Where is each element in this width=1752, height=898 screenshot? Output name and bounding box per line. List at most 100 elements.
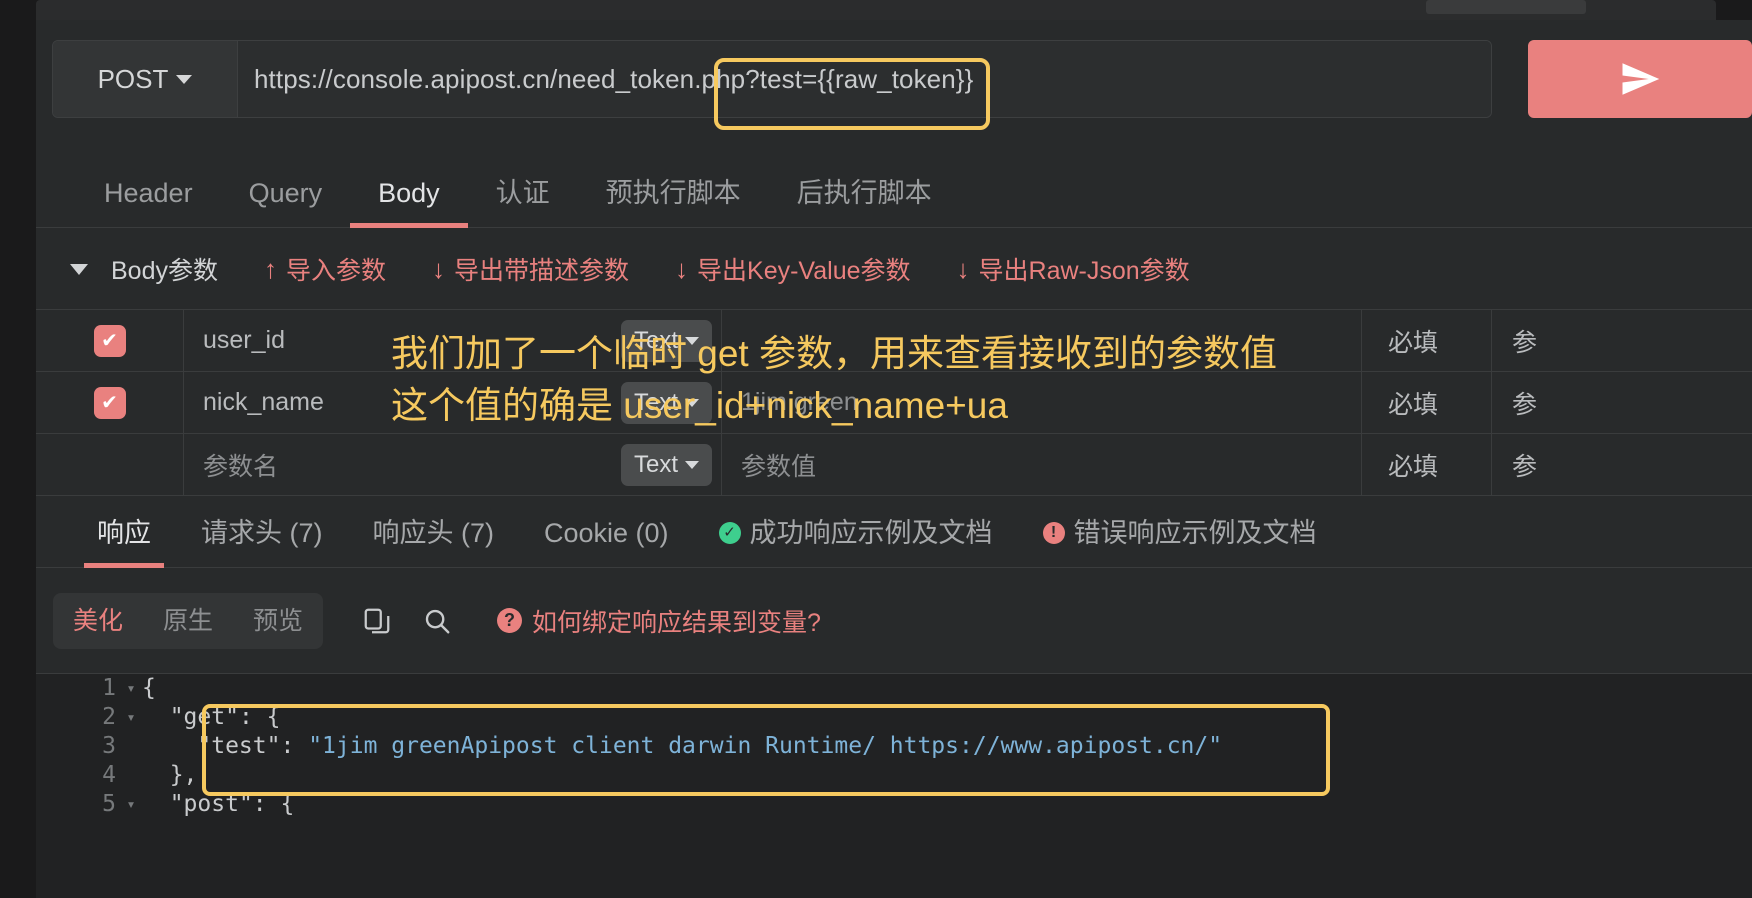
table-row: ✔ nick_name Text 1jim green 必填 参 bbox=[36, 371, 1752, 434]
code-line: 1 ▾{ bbox=[36, 674, 1752, 703]
left-rail bbox=[0, 0, 36, 898]
tab-request-headers[interactable]: 请求头 (7) bbox=[176, 498, 348, 568]
export-described-params-label: 导出带描述参数 bbox=[454, 257, 630, 285]
param-type-select[interactable]: Text bbox=[620, 319, 712, 362]
http-method-select[interactable]: POST bbox=[53, 41, 238, 117]
tab-cookie[interactable]: Cookie (0) bbox=[519, 498, 694, 568]
top-strip bbox=[0, 0, 1752, 20]
import-params-label: 导入参数 bbox=[285, 257, 386, 285]
tab-query-label: Query bbox=[248, 177, 323, 208]
param-name-cell[interactable]: user_id Text bbox=[184, 309, 722, 372]
row-checkbox[interactable]: ✔ bbox=[93, 324, 126, 357]
param-required-cell[interactable]: 必填 bbox=[1362, 433, 1492, 496]
check-circle-icon: ✓ bbox=[718, 521, 741, 544]
row-checkbox[interactable]: ✔ bbox=[93, 386, 126, 419]
export-described-params-button[interactable]: ↓ 导出带描述参数 bbox=[432, 251, 629, 287]
tab-header[interactable]: Header bbox=[76, 158, 221, 228]
code-text: "test": "1jim greenApipost client darwin… bbox=[142, 732, 1222, 761]
tab-auth[interactable]: 认证 bbox=[468, 158, 578, 228]
bind-variable-hint-label: 如何绑定响应结果到变量? bbox=[532, 608, 821, 637]
param-value-cell[interactable] bbox=[722, 309, 1362, 372]
tab-auth-label: 认证 bbox=[495, 177, 550, 208]
line-number: 2 bbox=[102, 704, 116, 730]
view-mode-preview-label: 预览 bbox=[253, 606, 304, 635]
line-number: 4 bbox=[102, 762, 116, 788]
param-required-label: 必填 bbox=[1388, 390, 1439, 419]
body-params-toolbar: Body参数 ↑ 导入参数 ↓ 导出带描述参数 ↓ 导出Key-Value参数 … bbox=[36, 229, 1752, 309]
param-value-cell[interactable]: 参数值 bbox=[722, 433, 1362, 496]
view-mode-pretty[interactable]: 美化 bbox=[53, 593, 143, 649]
bind-variable-hint-link[interactable]: ? 如何绑定响应结果到变量? bbox=[497, 603, 821, 639]
send-button[interactable] bbox=[1528, 40, 1752, 118]
token-key: "post" bbox=[169, 791, 253, 817]
tab-error-example[interactable]: ! 错误响应示例及文档 bbox=[1018, 498, 1342, 568]
tab-query[interactable]: Query bbox=[221, 158, 351, 228]
param-name-cell[interactable]: nick_name Text bbox=[184, 371, 722, 434]
fold-toggle-icon[interactable]: ▾ bbox=[120, 790, 142, 819]
tab-response-headers[interactable]: 响应头 (7) bbox=[348, 498, 520, 568]
tab-success-example[interactable]: ✓ 成功响应示例及文档 bbox=[694, 498, 1018, 568]
export-key-value-params-button[interactable]: ↓ 导出Key-Value参数 bbox=[675, 251, 911, 287]
tab-body[interactable]: Body bbox=[350, 158, 468, 228]
search-button[interactable] bbox=[411, 595, 463, 647]
chevron-down-icon bbox=[176, 74, 193, 84]
param-type-select[interactable]: Text bbox=[620, 381, 712, 424]
body-params-collapse-toggle[interactable]: Body参数 bbox=[56, 251, 218, 287]
copy-button[interactable] bbox=[351, 595, 403, 647]
token-punc: }, bbox=[169, 762, 198, 788]
tab-header-label: Header bbox=[104, 177, 193, 208]
tab-response-label: 响应 bbox=[97, 517, 151, 548]
url-bar: POST https://console.apipost.cn/need_tok… bbox=[52, 40, 1752, 118]
param-type-label: Text bbox=[633, 388, 678, 416]
arrow-down-icon: ↓ bbox=[675, 254, 689, 284]
response-viewer-toolbar: 美化 原生 预览 ? 如何绑定响应结果到变量? bbox=[36, 568, 1752, 673]
tab-error-example-label: 错误响应示例及文档 bbox=[1073, 517, 1317, 548]
url-input[interactable]: https://console.apipost.cn/need_token.ph… bbox=[238, 41, 1491, 117]
param-value-placeholder: 参数值 bbox=[741, 452, 817, 481]
token-str: "1jim greenApipost client darwin Runtime… bbox=[308, 733, 1223, 759]
tab-post-script-label: 后执行脚本 bbox=[796, 177, 932, 208]
param-required-cell[interactable]: 必填 bbox=[1362, 309, 1492, 372]
fold-toggle-icon[interactable]: ▾ bbox=[120, 703, 142, 732]
view-mode-raw-label: 原生 bbox=[163, 606, 214, 635]
response-code-editor[interactable]: 1 ▾{2 ▾ "get": {3 "test": "1jim greenApipo… bbox=[36, 673, 1752, 898]
tab-success-example-label: 成功响应示例及文档 bbox=[749, 517, 993, 548]
tab-pre-script-label: 预执行脚本 bbox=[605, 177, 741, 208]
view-mode-preview[interactable]: 预览 bbox=[233, 593, 323, 649]
tab-response[interactable]: 响应 bbox=[72, 498, 176, 568]
send-plane-icon bbox=[1622, 63, 1660, 95]
table-row: ✔ user_id Text 必填 参 bbox=[36, 309, 1752, 372]
param-required-cell[interactable]: 必填 bbox=[1362, 371, 1492, 434]
tab-pre-script[interactable]: 预执行脚本 bbox=[578, 158, 769, 228]
error-circle-icon: ! bbox=[1042, 521, 1065, 544]
export-key-value-params-label: 导出Key-Value参数 bbox=[697, 257, 911, 285]
param-extra-cell[interactable]: 参 bbox=[1492, 372, 1752, 434]
param-type-select[interactable]: Text bbox=[620, 443, 712, 486]
code-text: }, bbox=[142, 761, 198, 790]
param-extra-label: 参 bbox=[1512, 328, 1538, 357]
param-extra-cell[interactable]: 参 bbox=[1492, 310, 1752, 372]
param-extra-label: 参 bbox=[1512, 452, 1538, 481]
http-method-label: POST bbox=[97, 63, 169, 94]
fold-toggle-icon[interactable]: ▾ bbox=[120, 674, 142, 703]
triangle-down-icon bbox=[70, 263, 88, 275]
tab-response-headers-label: 响应头 (7) bbox=[372, 517, 495, 548]
param-extra-cell[interactable]: 参 bbox=[1492, 434, 1752, 496]
export-raw-json-params-button[interactable]: ↓ 导出Raw-Json参数 bbox=[957, 251, 1190, 287]
import-params-button[interactable]: ↑ 导入参数 bbox=[264, 251, 386, 287]
chevron-down-icon bbox=[685, 398, 699, 407]
top-strip-pill bbox=[1426, 0, 1586, 14]
table-row: 参数名 Text 参数值 必填 参 bbox=[36, 433, 1752, 496]
param-name-cell[interactable]: 参数名 Text bbox=[184, 433, 722, 496]
chevron-down-icon bbox=[685, 460, 699, 469]
view-mode-raw[interactable]: 原生 bbox=[143, 593, 233, 649]
token-punc: : bbox=[280, 733, 309, 759]
token-key: "get" bbox=[169, 704, 239, 730]
line-number: 3 bbox=[102, 733, 116, 759]
tab-post-script[interactable]: 后执行脚本 bbox=[769, 158, 960, 228]
param-value-text: 1jim green bbox=[741, 388, 858, 416]
top-strip-card bbox=[36, 0, 1716, 20]
param-value-cell[interactable]: 1jim green bbox=[722, 371, 1362, 434]
token-punc: : { bbox=[238, 704, 281, 730]
url-text: https://console.apipost.cn/need_token.ph… bbox=[254, 63, 974, 94]
